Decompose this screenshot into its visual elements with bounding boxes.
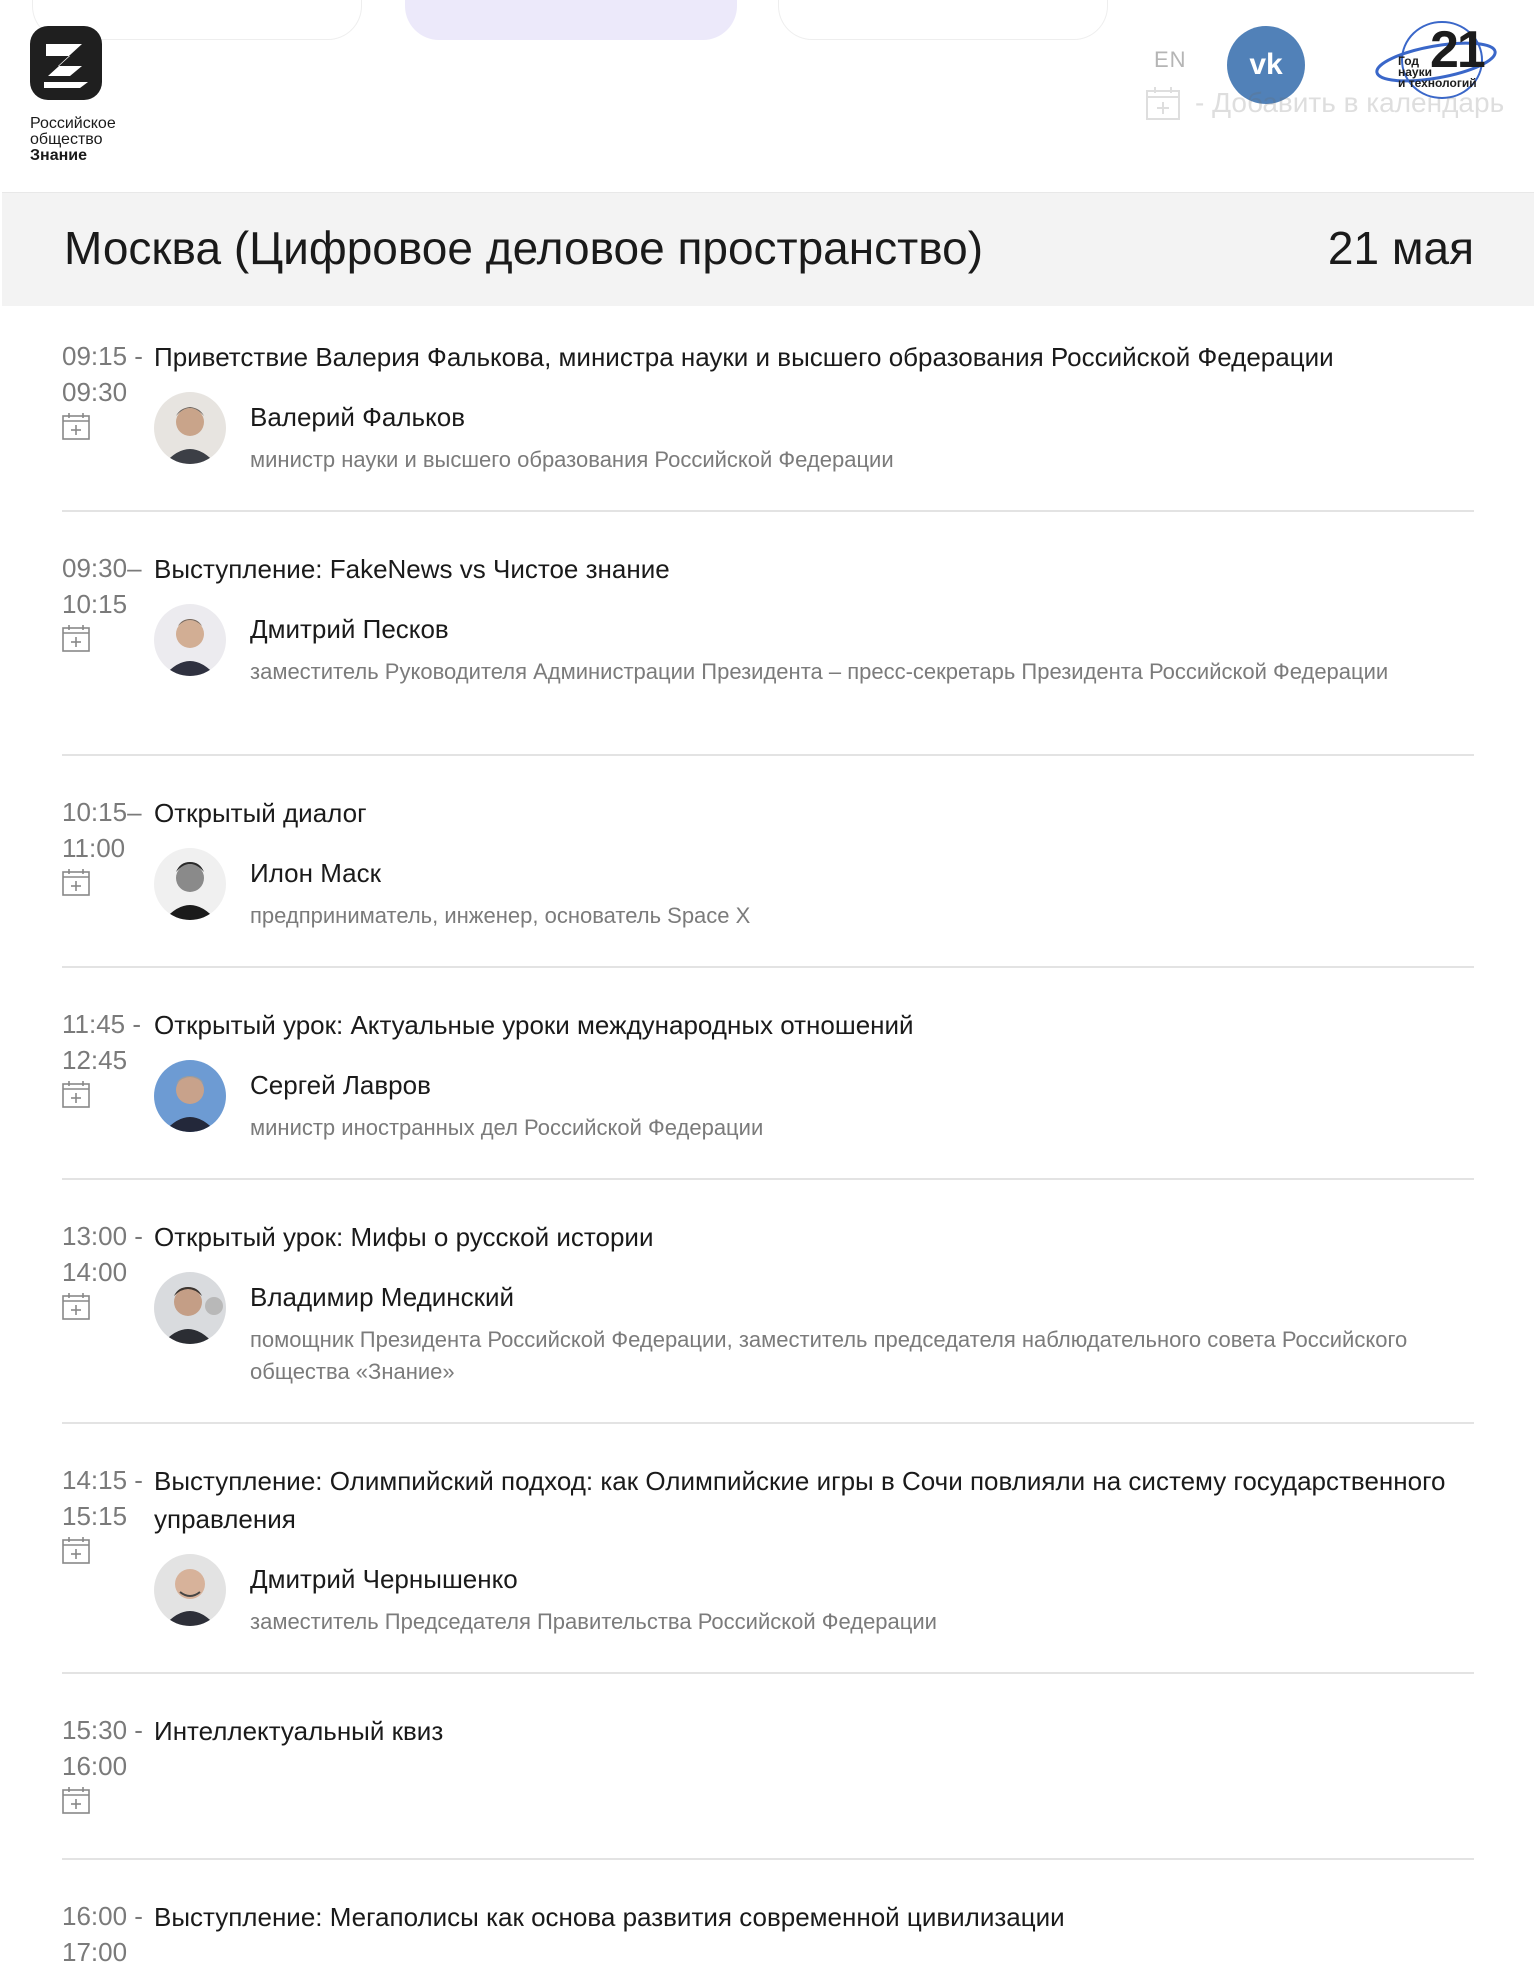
schedule-item: 16:00 - 17:00 Выступление: Мегаполисы ка… [62, 1860, 1474, 1965]
add-to-calendar-icon[interactable] [62, 412, 90, 440]
speaker-role: заместитель Председателя Правительства Р… [250, 1609, 937, 1634]
section-title: Москва (Цифровое деловое пространство) [64, 222, 984, 274]
event-time: 14:15 - 15:15 [62, 1462, 154, 1534]
schedule-item: 13:00 - 14:00 Открытый урок: Мифы о русс… [62, 1180, 1474, 1424]
speaker-name: Валерий Фальков [250, 402, 466, 432]
speaker-role: заместитель Руководителя Администрации П… [250, 659, 1389, 684]
add-to-calendar-icon[interactable] [62, 624, 90, 652]
znanie-logo[interactable]: Российское общество Знание [30, 26, 142, 164]
speaker-avatar [154, 1060, 226, 1132]
speaker-name: Дмитрий Песков [250, 614, 449, 644]
logo-line-1: Российское [30, 115, 116, 132]
add-to-calendar-icon[interactable] [62, 1536, 90, 1564]
schedule-list: 09:15 - 09:30 Приветствие Валерия Фалько… [62, 306, 1474, 1965]
schedule-item: 09:15 - 09:30 Приветствие Валерия Фалько… [62, 306, 1474, 512]
event-time: 16:00 - 17:00 [62, 1898, 154, 1965]
time-end: 09:30 [62, 377, 128, 407]
add-to-calendar-icon[interactable] [62, 868, 90, 896]
top-header: Российское общество Знание EN vk 21 Год … [0, 0, 1536, 190]
event-title: Выступление: FakeNews vs Чистое знание [154, 554, 670, 584]
calendar-add-icon [1146, 87, 1180, 120]
add-to-calendar-label: - Добавить в календарь [1195, 87, 1505, 118]
speaker-role: предприниматель, инженер, основатель Spa… [250, 903, 751, 928]
event-time: 10:15– 11:00 [62, 794, 154, 866]
time-start: 11:45 - [62, 1009, 142, 1039]
time-start: 13:00 - [62, 1221, 143, 1251]
speaker-role: министр науки и высшего образования Росс… [250, 447, 894, 472]
time-end: 16:00 [62, 1751, 128, 1781]
schedule-item: 10:15– 11:00 Открытый диалог Илон Маск п… [62, 756, 1474, 968]
schedule-item: 09:30– 10:15 Выступление: FakeNews vs Чи… [62, 512, 1474, 756]
time-start: 15:30 - [62, 1715, 143, 1745]
event-title: Открытый урок: Актуальные уроки междунар… [154, 1010, 914, 1040]
section-date: 21 мая [1327, 222, 1474, 274]
logo-wordmark: Российское общество Знание [30, 116, 142, 164]
schedule-item: 14:15 - 15:15 Выступление: Олимпийский п… [62, 1424, 1474, 1674]
speaker-name: Илон Маск [250, 858, 381, 888]
time-start: 09:30– [62, 553, 142, 583]
event-title: Открытый диалог [154, 798, 367, 828]
add-to-calendar-hint: - Добавить в календарь [1145, 85, 1504, 121]
event-title: Открытый урок: Мифы о русской истории [154, 1222, 654, 1252]
time-start: 10:15– [62, 797, 142, 827]
logo-line-3: Знание [30, 147, 87, 164]
tab-pill-active[interactable] [405, 0, 737, 40]
speaker-avatar [154, 1554, 226, 1626]
event-title: Выступление: Мегаполисы как основа разви… [154, 1902, 1065, 1932]
add-to-calendar-icon[interactable] [62, 1786, 90, 1814]
speaker-avatar [154, 392, 226, 464]
time-end: 11:00 [62, 833, 126, 863]
time-start: 16:00 - [62, 1901, 143, 1931]
speaker-avatar [154, 848, 226, 920]
event-time: 11:45 - 12:45 [62, 1006, 154, 1078]
language-switch[interactable]: EN [1154, 47, 1187, 73]
speaker-name: Владимир Мединский [250, 1282, 515, 1312]
logo-line-2: общество [30, 131, 103, 148]
speaker-name: Дмитрий Чернышенко [250, 1564, 518, 1594]
speaker-role: помощник Президента Российской Федерации… [250, 1327, 1408, 1384]
event-title: Приветствие Валерия Фалькова, министра н… [154, 342, 1334, 372]
section-header: Москва (Цифровое деловое пространство) 2… [2, 192, 1534, 306]
add-to-calendar-icon[interactable] [62, 1292, 90, 1320]
speaker-avatar [154, 604, 226, 676]
time-start: 14:15 - [62, 1465, 143, 1495]
time-end: 10:15 [62, 589, 128, 619]
event-time: 15:30 - 16:00 [62, 1712, 154, 1784]
schedule-item: 15:30 - 16:00 Интеллектуальный квиз [62, 1674, 1474, 1860]
time-end: 17:00 [62, 1937, 128, 1965]
event-title: Интеллектуальный квиз [154, 1716, 444, 1746]
event-time: 13:00 - 14:00 [62, 1218, 154, 1290]
speaker-avatar [154, 1272, 226, 1344]
speaker-role: министр иностранных дел Российской Федер… [250, 1115, 764, 1140]
znanie-logo-icon [30, 26, 102, 100]
time-end: 12:45 [62, 1045, 128, 1075]
time-end: 14:00 [62, 1257, 128, 1287]
time-end: 15:15 [62, 1501, 128, 1531]
tab-pill-3[interactable] [778, 0, 1108, 40]
time-start: 09:15 - [62, 341, 143, 371]
speaker-name: Сергей Лавров [250, 1070, 431, 1100]
add-to-calendar-icon[interactable] [62, 1080, 90, 1108]
event-time: 09:15 - 09:30 [62, 338, 154, 410]
event-title: Выступление: Олимпийский подход: как Оли… [154, 1466, 1446, 1534]
schedule-item: 11:45 - 12:45 Открытый урок: Актуальные … [62, 968, 1474, 1180]
event-time: 09:30– 10:15 [62, 550, 154, 622]
